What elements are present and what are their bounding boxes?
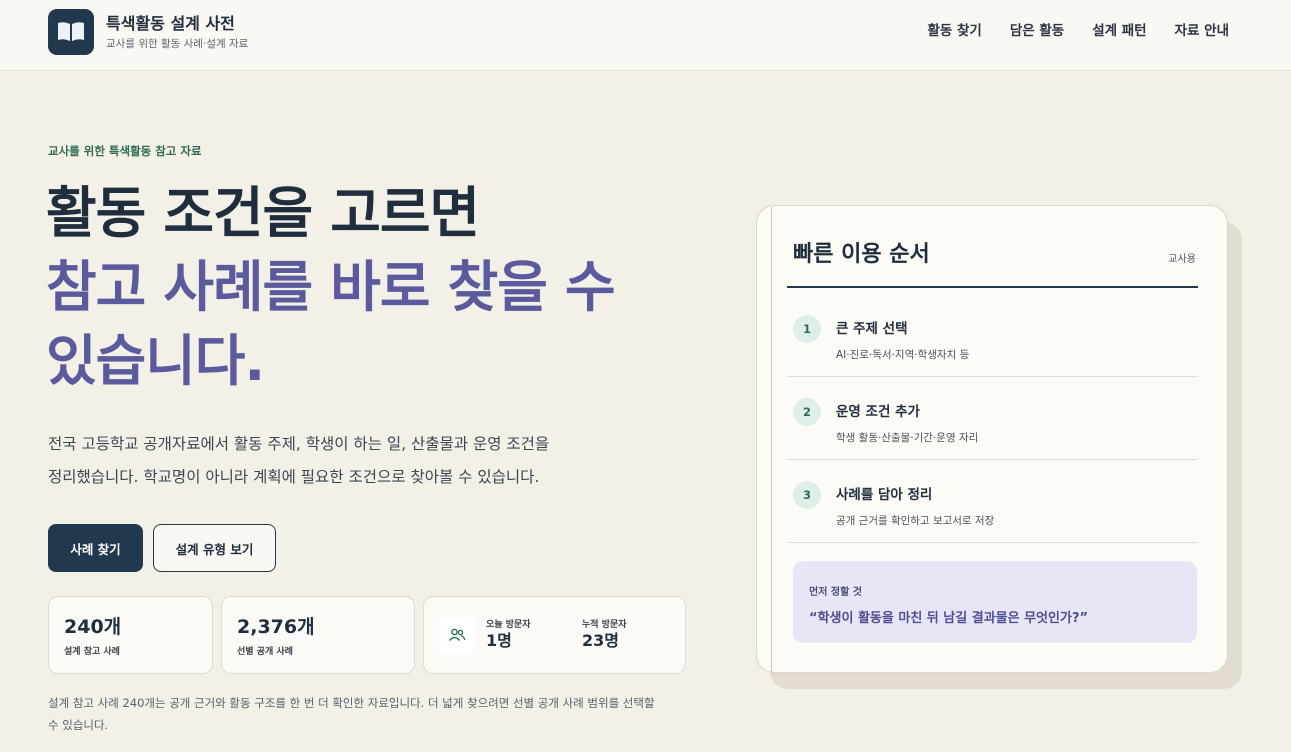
stat-public-cases-value: 2,376개 — [237, 616, 315, 638]
nav-design-patterns[interactable]: 설계 패턴 — [1092, 22, 1146, 40]
nav-find-activities[interactable]: 활동 찾기 — [927, 22, 981, 40]
footnote-line-2: 수 있습니다. — [48, 718, 109, 732]
guide-step-1: 1 큰 주제 선택 AI·진로·독서·지역·학생자치 등 — [787, 294, 1198, 377]
open-book-icon — [48, 9, 94, 55]
today-visitors: 오늘 방문자 1명 — [486, 619, 531, 651]
headline-line-3: 있습니다. — [46, 329, 265, 393]
desc-line-2: 정리했습니다. 학교명이 아니라 계획에 필요한 조건으로 찾아볼 수 있습니다… — [48, 468, 540, 486]
headline-line-1: 활동 조건을 고르면 — [46, 181, 480, 245]
total-visitors-label: 누적 방문자 — [582, 620, 627, 630]
main-nav: 활동 찾기 담은 활동 설계 패턴 자료 안내 — [927, 22, 1229, 40]
step-title: 운영 조건 추가 — [836, 404, 920, 420]
site-header: 특색활동 설계 사전 교사를 위한 활동 사례·설계 자료 활동 찾기 담은 활… — [0, 0, 1291, 71]
today-visitors-value: 1명 — [486, 631, 512, 650]
step-description: 공개 근거를 확인하고 보고서로 저장 — [836, 515, 995, 527]
guide-title: 빠른 이용 순서 — [793, 241, 930, 267]
guide-divider — [787, 286, 1198, 288]
find-cases-button[interactable]: 사례 찾기 — [48, 524, 143, 572]
stat-design-cases-value: 240개 — [64, 616, 122, 638]
step-title: 큰 주제 선택 — [836, 321, 908, 337]
nav-resource-guide[interactable]: 자료 안내 — [1175, 22, 1229, 40]
guide-step-3: 3 사례를 담아 정리 공개 근거를 확인하고 보고서로 저장 — [787, 460, 1198, 543]
guide-tag: 교사용 — [1168, 254, 1196, 265]
nav-saved-activities[interactable]: 담은 활동 — [1010, 22, 1064, 40]
step-number: 2 — [793, 398, 821, 426]
headline-line-2: 참고 사례를 바로 찾을 수 — [46, 255, 616, 319]
callout-label: 먼저 정할 것 — [809, 587, 862, 598]
total-visitors-value: 23명 — [582, 631, 619, 650]
footnote-line-1: 설계 참고 사례 240개는 공개 근거와 활동 구조를 한 번 더 확인한 자… — [48, 696, 655, 710]
step-description: 학생 활동·산출물·기간·운영 자리 — [836, 432, 979, 444]
brand-subtitle: 교사를 위한 활동 사례·설계 자료 — [106, 37, 249, 50]
hero-eyebrow: 교사를 위한 특색활동 참고 자료 — [48, 144, 202, 158]
decide-first-callout: 먼저 정할 것 “학생이 활동을 마친 뒤 남길 결과물은 무엇인가?” — [793, 561, 1197, 643]
stat-design-cases-label: 설계 참고 사례 — [64, 647, 120, 657]
brand-title: 특색활동 설계 사전 — [106, 13, 235, 33]
stats-footnote: 설계 참고 사례 240개는 공개 근거와 활동 구조를 한 번 더 확인한 자… — [48, 692, 698, 736]
view-design-types-button[interactable]: 설계 유형 보기 — [153, 524, 276, 572]
stat-public-cases-label: 선별 공개 사례 — [237, 647, 293, 657]
brand[interactable]: 특색활동 설계 사전 교사를 위한 활동 사례·설계 자료 — [48, 9, 248, 55]
stat-visitors: 오늘 방문자 1명 누적 방문자 23명 — [423, 596, 686, 674]
quick-guide-card: 빠른 이용 순서 교사용 1 큰 주제 선택 AI·진로·독서·지역·학생자치 … — [756, 205, 1228, 673]
guide-step-2: 2 운영 조건 추가 학생 활동·산출물·기간·운영 자리 — [787, 377, 1198, 460]
step-number: 1 — [793, 315, 821, 343]
stat-public-cases: 2,376개 선별 공개 사례 — [221, 596, 415, 674]
hero-headline: 활동 조건을 고르면 참고 사례를 바로 찾을 수 있습니다. — [46, 176, 686, 398]
callout-question: “학생이 활동을 마친 뒤 남길 결과물은 무엇인가?” — [809, 611, 1089, 626]
step-description: AI·진로·독서·지역·학생자치 등 — [836, 349, 970, 361]
hero-description: 전국 고등학교 공개자료에서 활동 주제, 학생이 하는 일, 산출물과 운영 … — [48, 428, 648, 494]
desc-line-1: 전국 고등학교 공개자료에서 활동 주제, 학생이 하는 일, 산출물과 운영 … — [48, 435, 550, 453]
users-icon — [439, 617, 475, 653]
step-number: 3 — [793, 481, 821, 509]
stat-design-cases: 240개 설계 참고 사례 — [48, 596, 213, 674]
today-visitors-label: 오늘 방문자 — [486, 620, 531, 630]
total-visitors: 누적 방문자 23명 — [582, 619, 627, 651]
step-title: 사례를 담아 정리 — [836, 487, 933, 503]
notebook-margin-line — [771, 206, 772, 672]
